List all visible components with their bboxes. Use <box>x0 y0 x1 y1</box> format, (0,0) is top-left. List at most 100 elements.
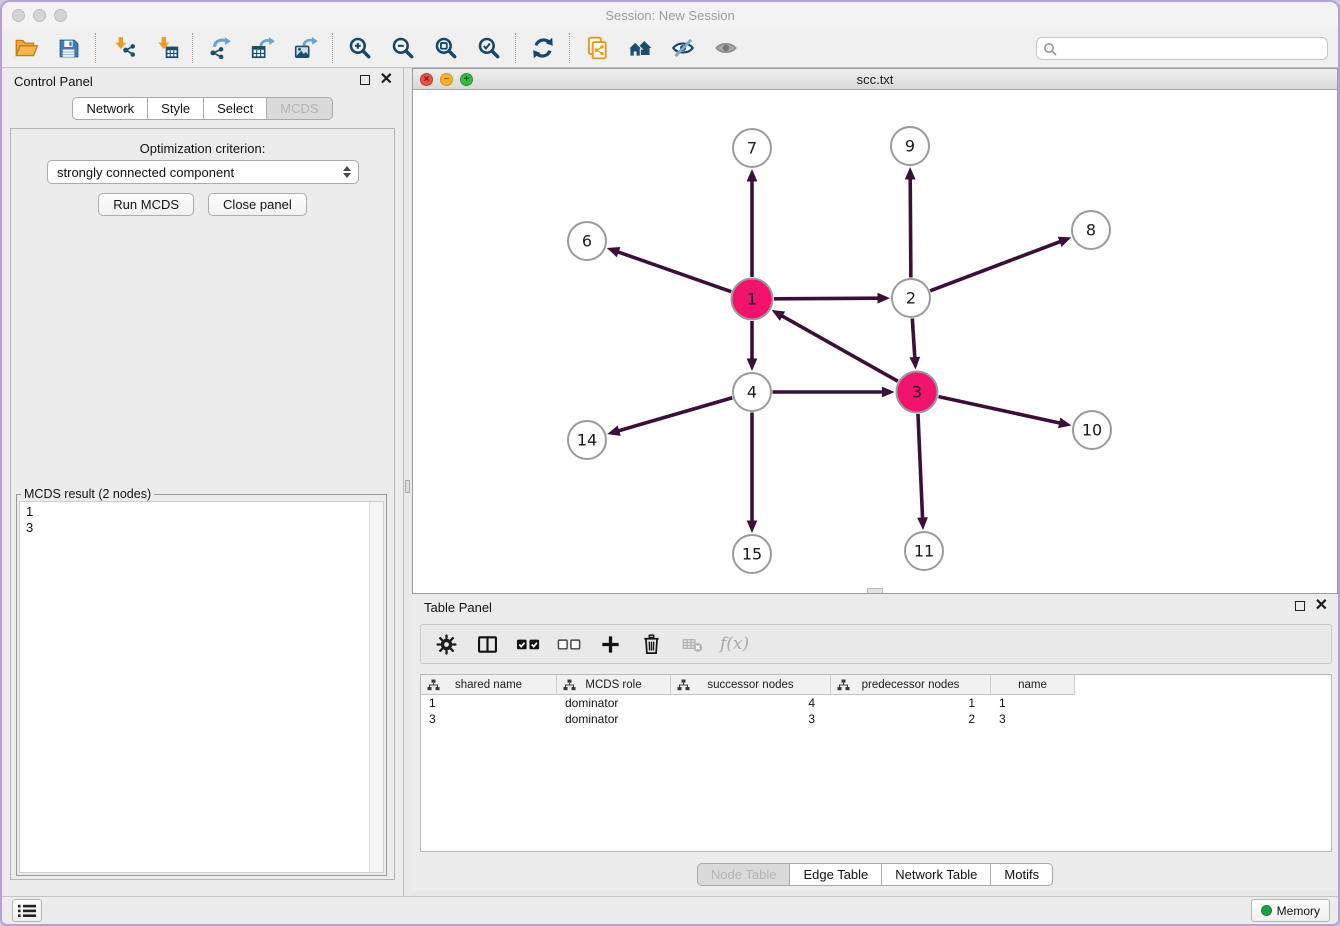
graph-edge-3-10[interactable] <box>938 397 1071 429</box>
hide-selected-eye-slash-icon[interactable] <box>661 31 704 65</box>
cell-successor-nodes[interactable]: 4 <box>671 696 831 710</box>
add-column-icon[interactable] <box>597 631 623 657</box>
svg-text:14: 14 <box>577 431 597 450</box>
graph-node-10[interactable]: 10 <box>1073 411 1111 449</box>
delete-column-icon[interactable] <box>638 631 664 657</box>
zoom-out-icon[interactable] <box>381 31 424 65</box>
splitter-grip[interactable] <box>405 480 410 493</box>
gear-icon[interactable] <box>433 631 459 657</box>
close-window-icon[interactable] <box>12 9 25 22</box>
graph-edge-1-7[interactable] <box>747 169 758 277</box>
graph-edge-2-8[interactable] <box>930 237 1071 291</box>
table-row[interactable]: 1dominator411 <box>421 695 1331 711</box>
graph-node-3[interactable]: 3 <box>897 372 938 413</box>
column-header-shared-name[interactable]: shared name <box>421 675 557 695</box>
graph-edge-1-2[interactable] <box>774 293 890 304</box>
close-panel-button[interactable]: Close panel <box>208 193 307 216</box>
minimize-window-icon[interactable] <box>33 9 46 22</box>
graph-node-6[interactable]: 6 <box>568 222 606 260</box>
export-table-icon[interactable] <box>241 31 284 65</box>
criterion-select[interactable]: strongly connected component <box>47 160 359 184</box>
graph-node-14[interactable]: 14 <box>568 421 606 459</box>
export-image-icon[interactable] <box>284 31 327 65</box>
graph-edge-4-15[interactable] <box>747 413 758 534</box>
table-tab-node-table[interactable]: Node Table <box>697 863 791 886</box>
search-input[interactable] <box>1061 41 1321 56</box>
svg-text:2: 2 <box>906 289 916 308</box>
import-network-icon[interactable] <box>101 31 144 65</box>
column-header-predecessor-nodes[interactable]: predecessor nodes <box>831 675 991 695</box>
panel-splitter[interactable] <box>404 68 412 896</box>
export-network-icon[interactable] <box>198 31 241 65</box>
graph-node-4[interactable]: 4 <box>733 373 771 411</box>
graph-node-15[interactable]: 15 <box>733 535 771 573</box>
zoom-fit-icon[interactable] <box>424 31 467 65</box>
deselect-checkboxes-icon[interactable] <box>556 631 582 657</box>
mcds-result-label: MCDS result (2 nodes) <box>21 487 154 501</box>
zoom-in-icon[interactable] <box>338 31 381 65</box>
mcds-result-textarea[interactable]: 13 <box>19 501 384 873</box>
table-body: 1dominator4113dominator323 <box>421 695 1331 727</box>
graph-node-2[interactable]: 2 <box>892 279 930 317</box>
network-graph[interactable]: 7 9 6 8 1 2 4 3 14 10 15 11 <box>413 90 1337 592</box>
float-table-panel-icon[interactable] <box>1295 601 1305 611</box>
two-houses-icon[interactable] <box>618 31 661 65</box>
column-header-name[interactable]: name <box>991 675 1075 695</box>
zoom-window-icon[interactable] <box>54 9 67 22</box>
import-table-icon[interactable] <box>144 31 187 65</box>
table-tab-network-table[interactable]: Network Table <box>882 863 991 886</box>
cell-mcds-role[interactable]: dominator <box>557 696 671 710</box>
duplicate-network-icon[interactable] <box>575 31 618 65</box>
refresh-icon[interactable] <box>521 31 564 65</box>
network-close-icon[interactable]: × <box>420 73 433 86</box>
cell-predecessor-nodes[interactable]: 1 <box>831 696 991 710</box>
graph-edge-4-14[interactable] <box>607 398 732 436</box>
cell-predecessor-nodes[interactable]: 2 <box>831 712 991 726</box>
cell-mcds-role[interactable]: dominator <box>557 712 671 726</box>
control-tab-select[interactable]: Select <box>204 97 267 120</box>
cell-successor-nodes[interactable]: 3 <box>671 712 831 726</box>
control-tab-style[interactable]: Style <box>148 97 204 120</box>
cell-shared-name[interactable]: 3 <box>421 712 557 726</box>
table-toolbar: f(x) <box>420 624 1332 664</box>
network-minimize-icon[interactable]: − <box>440 73 453 86</box>
graph-node-1[interactable]: 1 <box>732 279 773 320</box>
close-table-panel-icon[interactable]: ✕ <box>1315 600 1328 611</box>
table-tab-edge-table[interactable]: Edge Table <box>790 863 882 886</box>
control-tab-network[interactable]: Network <box>72 97 148 120</box>
task-history-button[interactable] <box>12 899 42 922</box>
network-canvas[interactable]: 7 9 6 8 1 2 4 3 14 10 15 11 <box>413 90 1337 593</box>
graph-edge-1-6[interactable] <box>607 247 731 292</box>
float-panel-icon[interactable] <box>360 75 370 85</box>
run-mcds-button[interactable]: Run MCDS <box>98 193 194 216</box>
graph-edge-1-4[interactable] <box>747 321 758 371</box>
graph-node-9[interactable]: 9 <box>891 127 929 165</box>
cell-name[interactable]: 3 <box>991 712 1075 726</box>
column-header-successor-nodes[interactable]: successor nodes <box>671 675 831 695</box>
graph-node-8[interactable]: 8 <box>1072 211 1110 249</box>
graph-edge-3-11[interactable] <box>917 414 928 530</box>
network-maximize-icon[interactable]: + <box>460 73 473 86</box>
split-columns-icon[interactable] <box>474 631 500 657</box>
graph-edge-4-3[interactable] <box>773 387 895 398</box>
memory-button[interactable]: Memory <box>1251 899 1330 922</box>
zoom-selected-icon[interactable] <box>467 31 510 65</box>
result-scrollbar[interactable] <box>369 502 383 872</box>
graph-node-11[interactable]: 11 <box>905 532 943 570</box>
graph-edge-2-9[interactable] <box>905 167 916 278</box>
select-all-checkboxes-icon[interactable] <box>515 631 541 657</box>
control-tab-mcds[interactable]: MCDS <box>267 97 332 120</box>
svg-text:8: 8 <box>1086 221 1096 240</box>
column-header-mcds-role[interactable]: MCDS role <box>557 675 671 695</box>
canvas-resize-grip[interactable] <box>867 588 883 593</box>
table-row[interactable]: 3dominator323 <box>421 711 1331 727</box>
cell-shared-name[interactable]: 1 <box>421 696 557 710</box>
save-session-icon[interactable] <box>47 31 90 65</box>
close-panel-icon[interactable]: ✕ <box>380 74 393 85</box>
open-session-icon[interactable] <box>4 31 47 65</box>
graph-edge-2-3[interactable] <box>909 318 920 369</box>
graph-edge-3-1[interactable] <box>772 310 898 381</box>
cell-name[interactable]: 1 <box>991 696 1075 710</box>
table-tab-motifs[interactable]: Motifs <box>991 863 1053 886</box>
graph-node-7[interactable]: 7 <box>733 129 771 167</box>
